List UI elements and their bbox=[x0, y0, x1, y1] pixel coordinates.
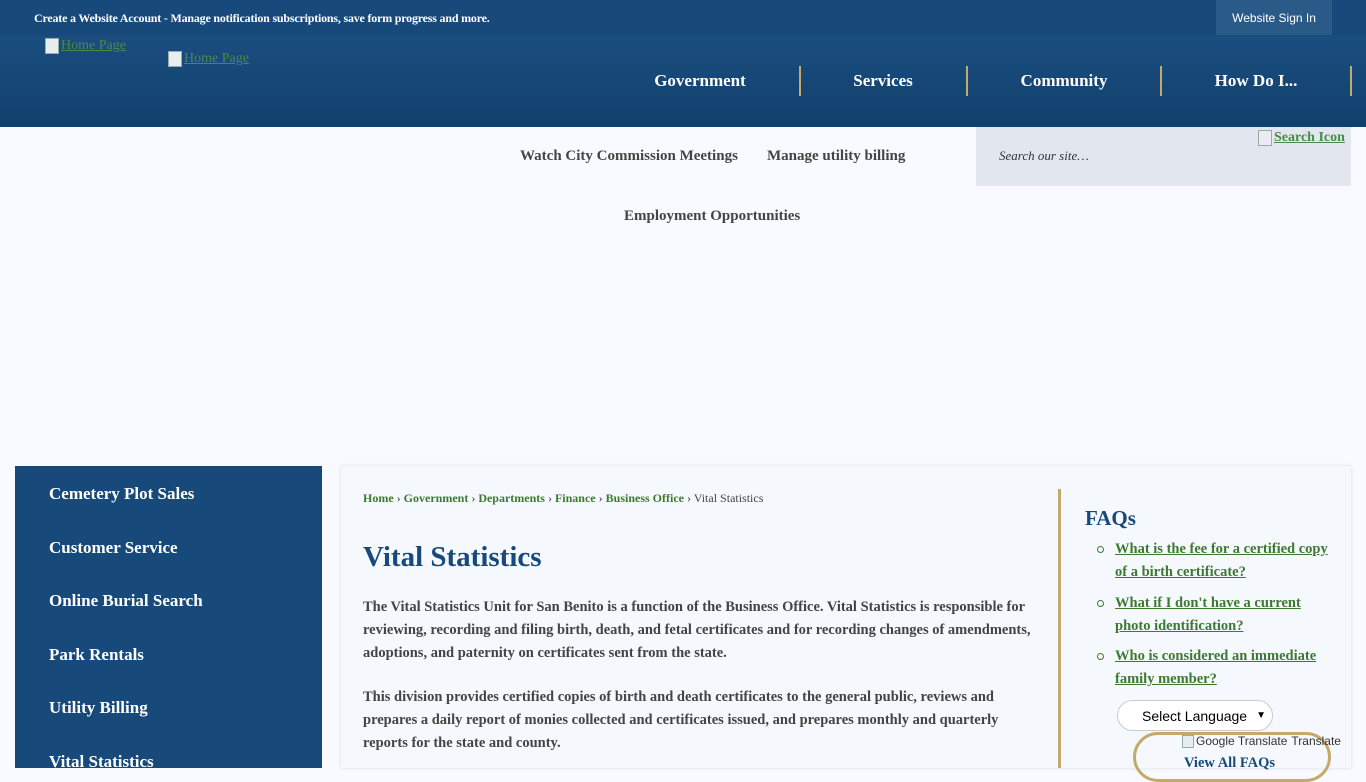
broken-image-icon bbox=[45, 38, 59, 54]
nav-divider bbox=[799, 66, 801, 96]
faq-bullet-icon bbox=[1097, 600, 1104, 607]
nav-divider bbox=[966, 66, 968, 96]
home-page-logo-alt: Home Page bbox=[61, 38, 126, 53]
breadcrumb-current: Vital Statistics bbox=[693, 491, 764, 505]
faq-link-birth-certificate-fee[interactable]: What is the fee for a certified copy of … bbox=[1115, 538, 1330, 584]
quicklink-employment[interactable]: Employment Opportunities bbox=[624, 208, 800, 225]
account-promo-text[interactable]: Create a Website Account - Manage notifi… bbox=[34, 11, 490, 26]
google-translate-badge[interactable]: Google Translate Translate bbox=[1182, 734, 1341, 748]
nav-how-do-i[interactable]: How Do I... bbox=[1178, 66, 1334, 96]
site-search-box[interactable]: Search our site… Search Icon bbox=[976, 127, 1351, 186]
sidebar-item-utility-billing[interactable]: Utility Billing bbox=[49, 698, 148, 718]
sidebar-item-online-burial-search[interactable]: Online Burial Search bbox=[49, 591, 203, 611]
faq-link-photo-identification[interactable]: What if I don't have a current photo ide… bbox=[1115, 592, 1330, 638]
quicklink-commission-meetings[interactable]: Watch City Commission Meetings bbox=[520, 148, 738, 165]
sidebar-nav: Cemetery Plot Sales Customer Service Onl… bbox=[15, 466, 322, 771]
breadcrumb-departments[interactable]: Departments bbox=[478, 491, 545, 505]
website-sign-in-button[interactable]: Website Sign In bbox=[1216, 0, 1332, 35]
nav-services[interactable]: Services bbox=[815, 66, 951, 96]
main-content: Home › Government › Departments › Financ… bbox=[341, 466, 1351, 782]
breadcrumb-separator: › bbox=[598, 491, 603, 505]
broken-image-icon bbox=[168, 51, 182, 67]
quicklink-utility-billing[interactable]: Manage utility billing bbox=[767, 148, 905, 165]
intro-paragraph: The Vital Statistics Unit for San Benito… bbox=[363, 599, 1031, 661]
faq-heading: FAQs bbox=[1085, 506, 1136, 530]
services-paragraph: This division provides certified copies … bbox=[363, 689, 999, 751]
home-page-logo-link[interactable]: Home Page bbox=[45, 38, 126, 54]
breadcrumb-separator: › bbox=[471, 491, 476, 505]
faq-bullet-icon bbox=[1097, 653, 1104, 660]
nav-community[interactable]: Community bbox=[984, 66, 1144, 96]
breadcrumb: Home › Government › Departments › Financ… bbox=[363, 491, 763, 506]
home-page-seal-link[interactable]: Home Page bbox=[168, 51, 249, 67]
nav-divider bbox=[1160, 66, 1162, 96]
breadcrumb-separator: › bbox=[547, 491, 552, 505]
faq-bullet-icon bbox=[1097, 546, 1104, 553]
faq-link-immediate-family[interactable]: Who is considered an immediate family me… bbox=[1115, 645, 1330, 691]
search-icon-alt: Search Icon bbox=[1274, 130, 1345, 145]
sidebar-item-vital-statistics[interactable]: Vital Statistics bbox=[49, 752, 154, 772]
breadcrumb-finance[interactable]: Finance bbox=[555, 491, 596, 505]
chevron-down-icon: ▼ bbox=[1256, 710, 1266, 721]
page-title: Vital Statistics bbox=[363, 541, 542, 573]
broken-image-icon bbox=[1182, 734, 1194, 748]
breadcrumb-separator: › bbox=[686, 491, 691, 505]
translate-label: Translate bbox=[1291, 734, 1341, 748]
sidebar-item-customer-service[interactable]: Customer Service bbox=[49, 538, 178, 558]
breadcrumb-home[interactable]: Home bbox=[363, 491, 394, 505]
breadcrumb-separator: › bbox=[396, 491, 401, 505]
language-select[interactable]: Select Language ▼ bbox=[1117, 700, 1273, 731]
nav-divider bbox=[1350, 66, 1352, 96]
search-icon[interactable]: Search Icon bbox=[1258, 130, 1345, 146]
home-page-seal-alt: Home Page bbox=[184, 51, 249, 66]
top-utility-bar: Create a Website Account - Manage notifi… bbox=[0, 0, 1366, 36]
view-all-faqs-label[interactable]: View All FAQs bbox=[1184, 755, 1275, 772]
breadcrumb-business-office[interactable]: Business Office bbox=[606, 491, 684, 505]
google-translate-alt: Google Translate bbox=[1196, 734, 1288, 748]
breadcrumb-government[interactable]: Government bbox=[404, 491, 469, 505]
language-select-value: Select Language bbox=[1142, 707, 1248, 724]
broken-image-icon bbox=[1258, 130, 1272, 146]
sidebar-item-cemetery-plot-sales[interactable]: Cemetery Plot Sales bbox=[49, 484, 194, 504]
sidebar-item-park-rentals[interactable]: Park Rentals bbox=[49, 645, 144, 665]
nav-government[interactable]: Government bbox=[630, 66, 770, 96]
search-input[interactable]: Search our site… bbox=[999, 148, 1089, 164]
faq-divider bbox=[1058, 489, 1061, 768]
